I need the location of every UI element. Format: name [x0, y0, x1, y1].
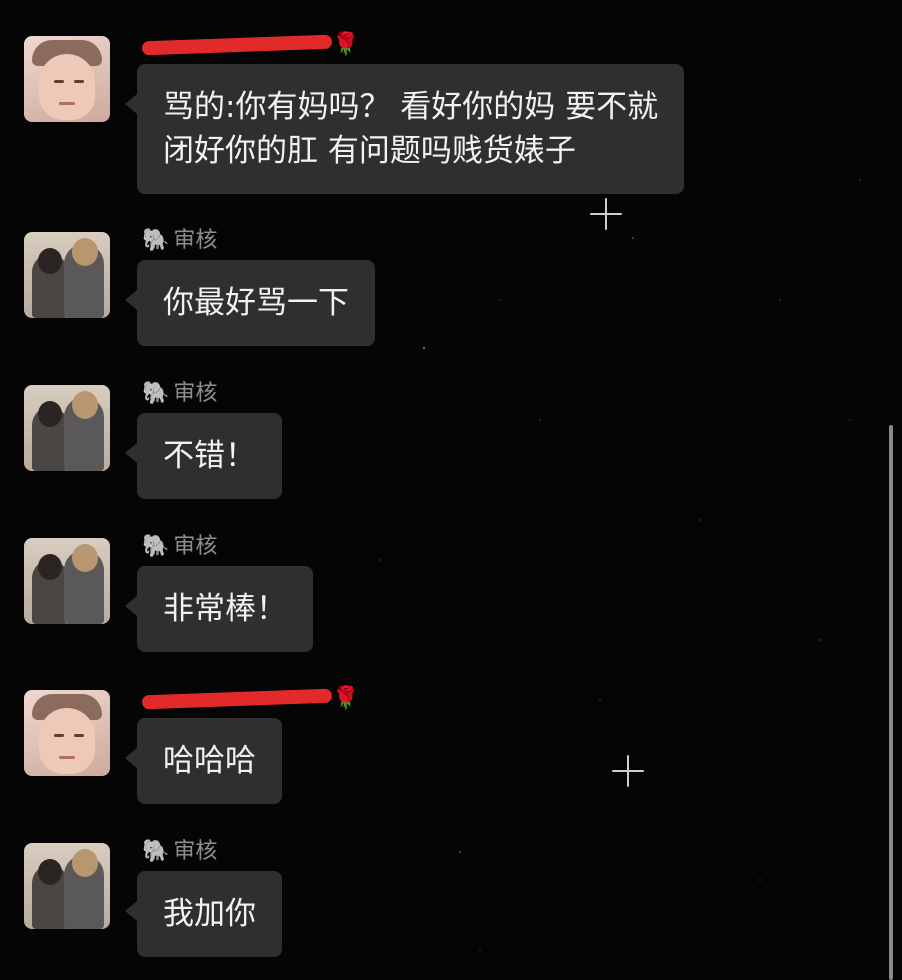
- message-text: 你最好骂一下: [163, 285, 349, 321]
- avatar[interactable]: [24, 385, 110, 471]
- message-text: 骂的:你有妈吗？ 看好你的妈 要不就: [163, 89, 659, 125]
- message-text: 非常棒！: [163, 591, 287, 627]
- redaction-mark: [141, 34, 333, 56]
- sender-name: 🐘 审核: [142, 534, 217, 560]
- redaction-mark: [141, 688, 333, 710]
- message-bubble[interactable]: 你最好骂一下: [125, 260, 375, 346]
- message-bubble[interactable]: 非常棒！: [125, 566, 313, 652]
- avatar[interactable]: [24, 843, 110, 929]
- avatar[interactable]: [24, 538, 110, 624]
- sender-name-text: 审核: [173, 228, 218, 253]
- message-text: 闭好你的肛 有问题吗贱货婊子: [163, 133, 576, 169]
- message-text: 我加你: [163, 896, 256, 932]
- sender-name: 🌹: [141, 32, 360, 58]
- avatar[interactable]: [24, 36, 110, 122]
- sender-name: 🐘 审核: [142, 381, 217, 407]
- message-bubble[interactable]: 哈哈哈: [125, 718, 282, 804]
- avatar[interactable]: [24, 690, 110, 776]
- elephant-icon: 🐘: [142, 228, 170, 253]
- elephant-icon: 🐘: [142, 534, 170, 559]
- avatar[interactable]: [24, 232, 110, 318]
- sender-name-text: 审核: [173, 381, 218, 406]
- star-sparkle-icon: [590, 198, 622, 230]
- message-text: 不错！: [163, 438, 256, 474]
- message-bubble[interactable]: 不错！: [125, 413, 282, 499]
- sender-name-text: 审核: [173, 839, 218, 864]
- sender-name: 🐘 审核: [142, 839, 217, 865]
- message-bubble[interactable]: 我加你: [125, 871, 282, 957]
- elephant-icon: 🐘: [142, 839, 170, 864]
- rose-icon: 🌹: [332, 32, 360, 57]
- message-bubble[interactable]: 骂的:你有妈吗？ 看好你的妈 要不就 闭好你的肛 有问题吗贱货婊子: [124, 64, 685, 194]
- rose-icon: 🌹: [332, 686, 360, 711]
- scrollbar[interactable]: [889, 425, 893, 980]
- star-sparkle-icon: [612, 755, 644, 787]
- message-text: 哈哈哈: [163, 743, 256, 779]
- sender-name: 🌹: [141, 686, 360, 712]
- elephant-icon: 🐘: [142, 381, 170, 406]
- sender-name-text: 审核: [173, 534, 218, 559]
- sender-name: 🐘 审核: [142, 228, 217, 254]
